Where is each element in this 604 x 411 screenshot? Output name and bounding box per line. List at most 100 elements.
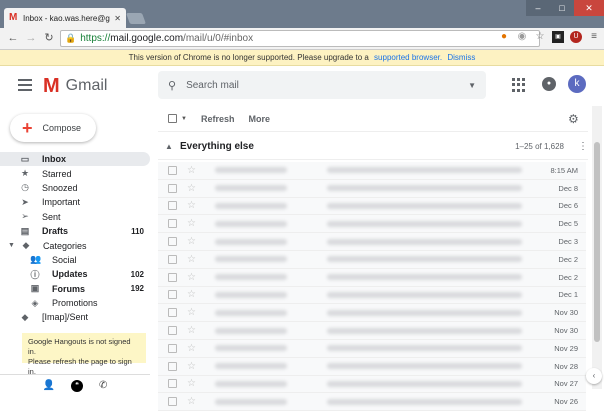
sidebar-item-promotions[interactable]: ◈ Promotions [0, 296, 150, 310]
compose-button[interactable]: + Compose [10, 114, 96, 142]
email-row[interactable]: ☆ Dec 1 [158, 286, 586, 305]
row-checkbox[interactable] [168, 183, 177, 193]
sidebar-item-important[interactable]: ➤ Important [0, 195, 150, 209]
blurred-subject [327, 363, 522, 370]
supported-browser-link[interactable]: supported browser. [374, 53, 442, 62]
row-checkbox[interactable] [168, 272, 177, 282]
row-checkbox[interactable] [168, 237, 177, 247]
extension-eye-icon[interactable]: ◉ [516, 31, 528, 43]
gmail-logo[interactable]: M Gmail [43, 76, 107, 96]
search-input[interactable]: Search mail [186, 80, 458, 91]
select-dropdown-icon[interactable]: ▼ [181, 116, 187, 122]
email-row[interactable]: ☆ 8:15 AM [158, 162, 586, 180]
main-menu-icon[interactable] [18, 79, 32, 91]
email-row[interactable]: ☆ Dec 3 [158, 233, 586, 251]
row-checkbox[interactable] [168, 165, 177, 175]
avatar[interactable]: k [568, 75, 586, 93]
sidebar-item-inbox[interactable]: ▭ Inbox [0, 152, 150, 167]
email-row[interactable]: ☆ Dec 2 [158, 250, 586, 269]
expand-categories-icon[interactable]: ▼ [8, 242, 15, 249]
sidebar-item-label: Important [42, 197, 81, 208]
phone-icon[interactable]: ✆ [99, 380, 107, 391]
forward-icon[interactable]: → [24, 31, 38, 45]
star-icon[interactable]: ☆ [187, 289, 199, 300]
collapse-section-icon[interactable]: ▲ [158, 142, 180, 151]
star-icon[interactable]: ☆ [187, 396, 199, 407]
settings-gear-icon[interactable]: ⚙ [568, 112, 579, 126]
star-icon[interactable]: ☆ [187, 307, 199, 318]
email-row[interactable]: ☆ Nov 28 [158, 357, 586, 376]
sidebar-item-drafts[interactable]: ▤ Drafts 110 [0, 224, 150, 238]
notifications-icon[interactable]: ● [542, 77, 556, 91]
row-checkbox[interactable] [168, 343, 177, 353]
minimize-button[interactable]: – [526, 0, 550, 16]
star-icon[interactable]: ☆ [187, 200, 199, 211]
lock-icon: 🔒 [65, 33, 77, 43]
email-row[interactable]: ☆ Nov 30 [158, 304, 586, 323]
row-checkbox[interactable] [168, 326, 177, 336]
star-icon[interactable]: ☆ [187, 325, 199, 336]
expand-side-panel-icon[interactable]: ‹ [586, 368, 602, 384]
select-all-checkbox[interactable] [168, 114, 177, 123]
browser-tab[interactable]: M Inbox - kao.was.here@gm ✕ [4, 8, 126, 28]
email-row[interactable]: ☆ Dec 8 [158, 179, 586, 198]
scrollbar[interactable] [592, 106, 602, 389]
star-icon[interactable]: ☆ [187, 218, 199, 229]
apps-grid-icon[interactable] [512, 78, 526, 92]
contacts-icon[interactable]: 👤 [43, 380, 55, 391]
sidebar-item-updates[interactable]: ⓘ Updates 102 [0, 267, 150, 281]
email-row[interactable]: ☆ Dec 5 [158, 215, 586, 234]
bookmark-star-icon[interactable]: ☆ [534, 31, 546, 43]
search-bar[interactable]: ⚲ Search mail ▼ [158, 71, 486, 99]
section-header[interactable]: ▲ Everything else 1–25 of 1,628 ⋮ [158, 134, 588, 160]
chrome-menu-icon[interactable]: ≡ [588, 31, 600, 43]
star-icon[interactable]: ☆ [187, 183, 199, 194]
search-icon[interactable]: ⚲ [168, 79, 176, 92]
email-row[interactable]: ☆ Dec 2 [158, 268, 586, 287]
sidebar-item-forums[interactable]: ▣ Forums 192 [0, 282, 150, 296]
star-icon[interactable]: ☆ [187, 378, 199, 389]
row-checkbox[interactable] [168, 254, 177, 264]
scrollbar-thumb[interactable] [594, 142, 600, 342]
sidebar-item-starred[interactable]: ★ Starred [0, 166, 150, 180]
reload-icon[interactable]: ↻ [42, 31, 56, 45]
sidebar-item-categories[interactable]: ▼ ◆ Categories [0, 238, 150, 252]
maximize-button[interactable]: □ [550, 0, 574, 16]
email-row[interactable]: ☆ Nov 30 [158, 322, 586, 340]
address-bar[interactable]: 🔒 https:// mail.google.com /mail/u/0/#in… [60, 30, 540, 47]
new-tab-button[interactable] [125, 13, 147, 24]
refresh-button[interactable]: Refresh [201, 114, 235, 124]
extension-ublock-icon[interactable]: U [570, 31, 582, 43]
row-checkbox[interactable] [168, 201, 177, 211]
star-icon[interactable]: ☆ [187, 236, 199, 247]
extension-cookie-icon[interactable]: ● [498, 31, 510, 43]
email-row[interactable]: ☆ Nov 29 [158, 339, 586, 358]
section-more-icon[interactable]: ⋮ [578, 141, 588, 152]
window-close-button[interactable]: ✕ [574, 0, 604, 16]
star-icon[interactable]: ☆ [187, 361, 199, 372]
more-button[interactable]: More [248, 114, 270, 124]
star-icon[interactable]: ☆ [187, 165, 199, 176]
sidebar-item-sent[interactable]: ➢ Sent [0, 210, 150, 224]
sidebar-item-snoozed[interactable]: ◷ Snoozed [0, 181, 150, 195]
row-checkbox[interactable] [168, 308, 177, 318]
back-icon[interactable]: ← [6, 31, 20, 45]
star-icon[interactable]: ☆ [187, 343, 199, 354]
star-icon[interactable]: ☆ [187, 272, 199, 283]
row-checkbox[interactable] [168, 219, 177, 229]
search-options-icon[interactable]: ▼ [468, 81, 476, 90]
extension-dark-icon[interactable]: ▣ [552, 31, 564, 43]
email-row[interactable]: ☆ Nov 27 [158, 375, 586, 394]
hangouts-bar: 👤 ❝ ✆ [0, 374, 150, 396]
dismiss-link[interactable]: Dismiss [447, 53, 475, 62]
sidebar-item-imap-sent[interactable]: ◆ [Imap]/Sent [0, 310, 150, 324]
row-checkbox[interactable] [168, 361, 177, 371]
email-row[interactable]: ☆ Nov 26 [158, 393, 586, 411]
star-icon[interactable]: ☆ [187, 254, 199, 265]
close-tab-icon[interactable]: ✕ [114, 14, 121, 23]
hangouts-icon[interactable]: ❝ [71, 379, 84, 392]
email-row[interactable]: ☆ Dec 6 [158, 197, 586, 216]
sidebar-item-social[interactable]: 👥 Social [0, 253, 150, 267]
row-checkbox[interactable] [168, 379, 177, 389]
row-checkbox[interactable] [168, 290, 177, 300]
